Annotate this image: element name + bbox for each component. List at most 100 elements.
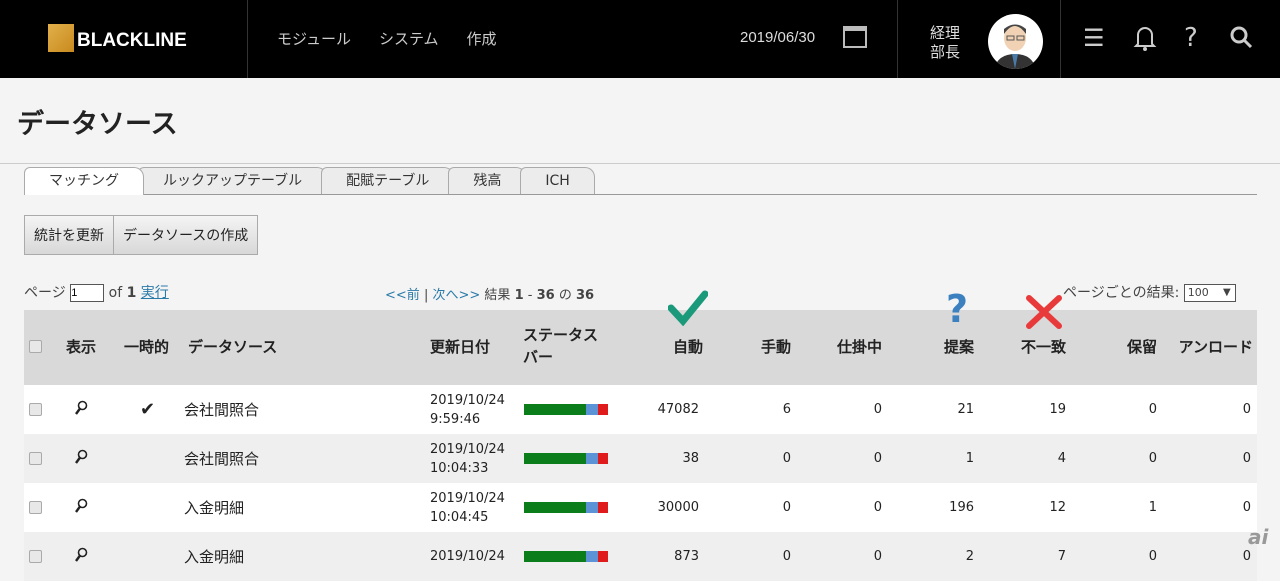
per-page-select[interactable]: 100 ▼	[1183, 284, 1236, 302]
datasource-name[interactable]: 入金明細	[180, 532, 420, 581]
hold-count: 0	[1072, 385, 1163, 434]
refresh-stats-button[interactable]: 統計を更新	[25, 216, 113, 254]
top-header: BLACKLINE モジュール システム 作成 2019/06/30 経理 部長 …	[0, 0, 1280, 78]
manual-count: 0	[705, 532, 797, 581]
create-datasource-button[interactable]: データソースの作成	[113, 216, 257, 254]
unload-count: 0	[1163, 434, 1257, 483]
view-icon[interactable]	[56, 532, 110, 581]
tab-ich[interactable]: ICH	[520, 167, 595, 195]
status-bar	[524, 453, 608, 464]
proposed-count: 2	[888, 532, 980, 581]
table-row[interactable]: 入金明細 2019/10/24 10:04:45 30000 0 0 196 12…	[24, 483, 1257, 532]
col-view[interactable]: 表示	[56, 310, 110, 385]
auto-count: 38	[620, 434, 705, 483]
go-link[interactable]: 実行	[141, 285, 169, 301]
user-role[interactable]: 経理 部長	[930, 24, 960, 62]
search-icon[interactable]	[1229, 24, 1253, 56]
view-icon[interactable]	[56, 385, 110, 434]
proposed-count: 21	[888, 385, 980, 434]
row-checkbox[interactable]	[29, 452, 42, 465]
col-manual[interactable]: 手動	[705, 310, 797, 385]
col-updated[interactable]: 更新日付	[420, 310, 515, 385]
status-bar	[524, 404, 608, 415]
row-checkbox[interactable]	[29, 403, 42, 416]
wip-count: 0	[797, 483, 888, 532]
wip-count: 0	[797, 532, 888, 581]
hold-count: 0	[1072, 434, 1163, 483]
help-icon[interactable]: ?	[1184, 24, 1198, 52]
range-end: 36	[536, 288, 555, 303]
tab-balance[interactable]: 残高	[448, 167, 527, 195]
table-row[interactable]: 会社間照合 2019/10/24 10:04:33 38 0 0 1 4 0 0	[24, 434, 1257, 483]
select-all-checkbox[interactable]	[29, 339, 42, 353]
mismatch-count: 19	[980, 385, 1072, 434]
separator: |	[423, 288, 429, 303]
menu-list-icon[interactable]: ☰	[1083, 24, 1105, 52]
watermark-logo: ai	[1248, 525, 1269, 549]
mismatch-count: 7	[980, 532, 1072, 581]
datasource-name[interactable]: 入金明細	[180, 483, 420, 532]
page-nav: ページ of 1 実行	[24, 282, 169, 302]
datasource-name[interactable]: 会社間照合	[180, 434, 420, 483]
datasource-name[interactable]: 会社間照合	[180, 385, 420, 434]
row-checkbox[interactable]	[29, 550, 42, 563]
per-page-value: 100	[1187, 286, 1209, 299]
divider	[0, 163, 1280, 164]
col-datasource[interactable]: データソース	[180, 310, 420, 385]
next-link[interactable]: 次へ>>	[432, 288, 480, 303]
action-buttons: 統計を更新 データソースの作成	[24, 215, 259, 255]
auto-count: 30000	[620, 483, 705, 532]
question-icon: ?	[946, 287, 969, 331]
row-checkbox[interactable]	[29, 501, 42, 514]
avatar[interactable]	[988, 14, 1043, 69]
status-auto-segment	[524, 502, 586, 513]
bell-icon[interactable]	[1133, 24, 1157, 60]
updated-time: 10:04:33	[430, 460, 489, 476]
status-mismatch-segment	[598, 502, 608, 513]
calendar-icon[interactable]	[843, 26, 867, 48]
unload-count: 0	[1163, 385, 1257, 434]
temporary-check	[110, 434, 180, 483]
tab-matching[interactable]: マッチング	[24, 167, 144, 195]
status-mismatch-segment	[598, 404, 608, 415]
table-row[interactable]: 入金明細 2019/10/24 873 0 0 2 7 0 0	[24, 532, 1257, 581]
view-icon[interactable]	[56, 434, 110, 483]
tab-allocation-table[interactable]: 配賦テーブル	[321, 167, 455, 195]
table-row[interactable]: ✔ 会社間照合 2019/10/24 9:59:46 47082 6 0 21 1…	[24, 385, 1257, 434]
page-title: データソース	[17, 109, 178, 140]
status-proposed-segment	[586, 404, 598, 415]
wip-count: 0	[797, 385, 888, 434]
per-page-label: ページごとの結果:	[1063, 285, 1180, 301]
temporary-check	[110, 532, 180, 581]
dropdown-arrow-icon: ▼	[1223, 287, 1231, 298]
nav-system[interactable]: システム	[379, 28, 439, 49]
status-bar	[524, 502, 608, 513]
checkmark-icon	[667, 290, 709, 330]
status-proposed-segment	[586, 453, 598, 464]
tab-lookup-table[interactable]: ルックアップテーブル	[138, 167, 328, 195]
col-hold[interactable]: 保留	[1072, 310, 1163, 385]
view-icon[interactable]	[56, 483, 110, 532]
col-status-bar[interactable]: ステータス バー	[515, 310, 620, 385]
page-input[interactable]	[70, 284, 105, 302]
tab-bar: マッチング ルックアップテーブル 配賦テーブル 残高 ICH	[24, 167, 595, 195]
logo-text: BLACKLINE	[77, 30, 187, 51]
prev-link[interactable]: <<前	[385, 288, 420, 303]
col-unload[interactable]: アンロード	[1163, 310, 1257, 385]
divider	[1060, 0, 1061, 78]
page-label: ページ	[24, 285, 66, 301]
manual-count: 0	[705, 483, 797, 532]
hold-count: 1	[1072, 483, 1163, 532]
updated-time: 10:04:45	[430, 509, 489, 525]
updated-date: 2019/10/24	[430, 392, 505, 408]
of-label: の	[558, 288, 572, 303]
col-temporary[interactable]: 一時的	[110, 310, 180, 385]
table-header: 表示 一時的 データソース 更新日付 ステータス バー 自動 手動 仕掛中 提案 …	[24, 310, 1257, 385]
col-wip[interactable]: 仕掛中	[797, 310, 888, 385]
manual-count: 0	[705, 434, 797, 483]
blackline-logo[interactable]: BLACKLINE	[48, 24, 187, 52]
nav-modules[interactable]: モジュール	[277, 28, 351, 49]
updated-time: 9:59:46	[430, 411, 481, 427]
nav-create[interactable]: 作成	[467, 28, 497, 49]
range-start: 1	[514, 288, 524, 303]
